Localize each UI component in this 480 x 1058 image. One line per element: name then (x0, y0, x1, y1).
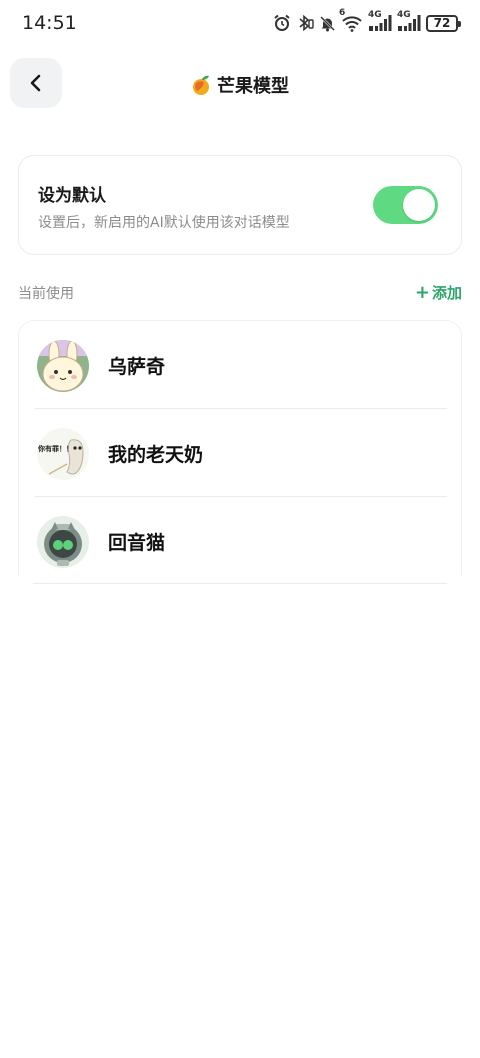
list-item[interactable]: 乌萨奇 (19, 321, 463, 409)
model-name: 乌萨奇 (108, 356, 166, 378)
default-setting-description: 设置后，新启用的AI默认使用该对话模型 (38, 215, 290, 231)
network-type-2: 4G (397, 10, 411, 20)
model-name: 回音猫 (108, 532, 166, 554)
list-bottom-divider (33, 583, 447, 584)
signal-icon-1: 4G (368, 10, 392, 33)
robot-cat-avatar (37, 516, 89, 568)
add-model-button[interactable]: + 添加 (415, 282, 462, 303)
battery-icon: 72 (426, 14, 461, 32)
wifi-icon: 6 (339, 8, 363, 33)
section-label: 当前使用 (18, 286, 74, 302)
plus-icon: + (414, 281, 430, 303)
battery-level: 72 (433, 16, 451, 30)
model-list: 乌萨奇 你有罪！！ 我的老天奶 回音猫 (18, 320, 462, 575)
list-item[interactable]: 回音猫 (19, 497, 463, 585)
default-toggle[interactable] (373, 186, 438, 224)
status-icons: 6 4G 4G 72 (273, 8, 461, 33)
list-item[interactable]: 你有罪！！ 我的老天奶 (19, 409, 463, 497)
ghost-avatar: 你有罪！！ (37, 428, 89, 480)
bluetooth-icon (296, 13, 314, 33)
wifi-badge: 6 (339, 8, 346, 18)
rabbit-avatar (37, 340, 89, 392)
mute-icon (319, 13, 336, 33)
status-time: 14:51 (22, 12, 77, 34)
toggle-knob (403, 189, 435, 221)
avatar-caption: 你有罪！！ (38, 445, 73, 453)
page-title: 芒果模型 (217, 76, 289, 97)
default-setting-title: 设为默认 (38, 186, 106, 206)
page-header: 芒果模型 (0, 70, 480, 100)
alarm-icon (273, 13, 291, 33)
default-setting-card: 设为默认 设置后，新启用的AI默认使用该对话模型 (18, 155, 462, 255)
model-name: 我的老天奶 (108, 444, 204, 466)
add-label: 添加 (431, 284, 462, 302)
status-bar: 14:51 6 4G 4G 72 (0, 0, 480, 48)
mango-icon (193, 75, 209, 95)
signal-icon-2: 4G (397, 10, 421, 33)
network-type-1: 4G (368, 10, 382, 20)
